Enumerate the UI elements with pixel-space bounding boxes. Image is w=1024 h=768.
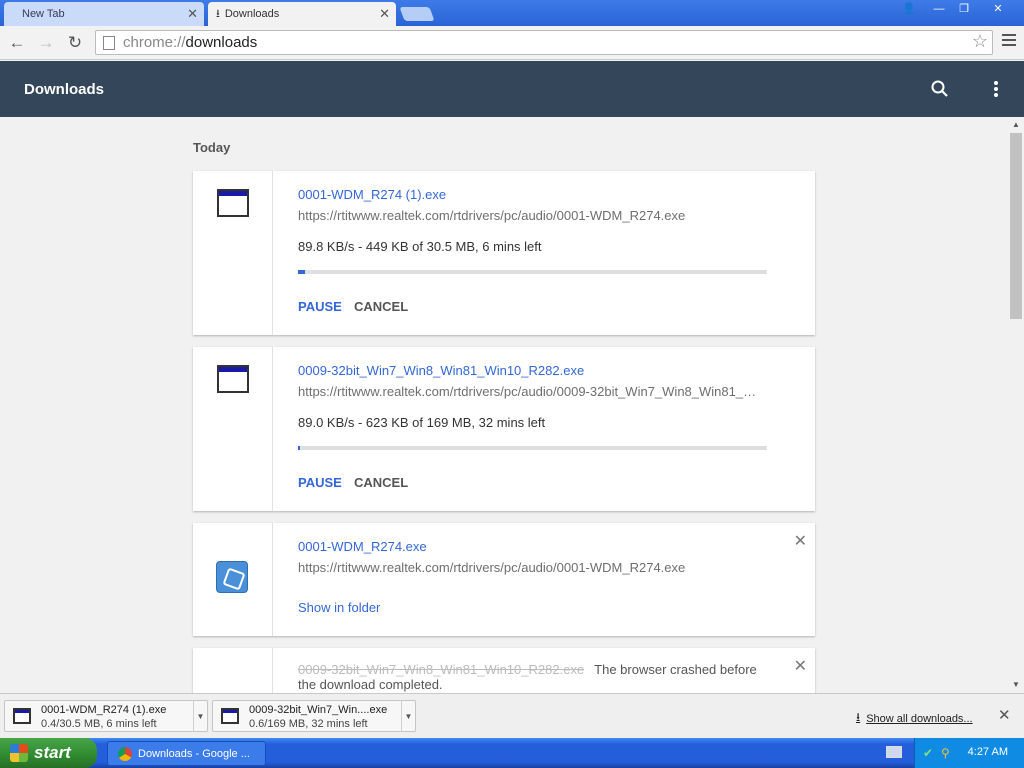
download-item: 0009-32bit_Win7_Win8_Win81_Win10_R282.ex… [193, 648, 815, 693]
download-filename: 0009-32bit_Win7_Win8_Win81_Win10_R282.ex… [298, 662, 585, 677]
restore-button[interactable]: ❐ [953, 1, 975, 16]
address-bar[interactable]: chrome://downloads ☆ [95, 30, 993, 55]
download-icon: ⭳ [216, 7, 220, 20]
installer-icon [216, 561, 248, 593]
download-filename[interactable]: 0001-WDM_R274.exe [298, 539, 427, 554]
shelf-item-status: 0.6/169 MB, 32 mins left [249, 718, 368, 730]
windows-taskbar: start Downloads - Google ... ✔ ⚲ 4:27 AM [0, 738, 1024, 768]
shelf-item[interactable]: 0001-WDM_R274 (1).exe 0.4/30.5 MB, 6 min… [4, 700, 208, 732]
user-icon[interactable]: 👤 [898, 1, 920, 16]
start-button[interactable]: start [0, 738, 97, 768]
download-shelf: 0001-WDM_R274 (1).exe 0.4/30.5 MB, 6 min… [0, 693, 1024, 738]
browser-toolbar: ← → ↻ chrome://downloads ☆ [0, 26, 1024, 60]
download-item: 0001-WDM_R274.exe https://rtitwww.realte… [193, 523, 815, 636]
exe-file-icon [13, 708, 31, 724]
download-filename[interactable]: 0009-32bit_Win7_Win8_Win81_Win10_R282.ex… [298, 363, 584, 378]
chevron-down-icon[interactable]: ▼ [401, 701, 415, 731]
close-shelf-icon[interactable]: ✕ [998, 706, 1011, 724]
search-tray-icon[interactable]: ⚲ [941, 746, 955, 760]
remove-icon[interactable]: ✕ [794, 531, 807, 551]
download-filename[interactable]: 0001-WDM_R274 (1).exe [298, 187, 446, 202]
downloads-list: Today 0001-WDM_R274 (1).exe https://rtit… [0, 117, 1008, 693]
bookmark-star-icon[interactable]: ☆ [972, 31, 988, 52]
shelf-item[interactable]: 0009-32bit_Win7_Win....exe 0.6/169 MB, 3… [212, 700, 416, 732]
close-window-button[interactable]: ✕ [987, 1, 1009, 16]
search-icon[interactable] [930, 79, 950, 99]
download-status: 89.8 KB/s - 449 KB of 30.5 MB, 6 mins le… [298, 239, 542, 254]
scroll-up-icon[interactable]: ▲ [1012, 120, 1020, 129]
cancel-button[interactable]: CANCEL [354, 475, 408, 490]
chrome-icon [118, 746, 132, 761]
chrome-menu-icon[interactable] [1002, 34, 1016, 49]
page-title: Downloads [24, 81, 105, 98]
shelf-item-status: 0.4/30.5 MB, 6 mins left [41, 718, 157, 730]
show-all-downloads-link[interactable]: ⭳ Show all downloads... [856, 708, 973, 729]
scrollbar[interactable]: ▲ ▼ [1008, 117, 1024, 693]
chevron-down-icon[interactable]: ▼ [193, 701, 207, 731]
scrollbar-thumb[interactable] [1010, 133, 1022, 319]
close-icon[interactable]: ✕ [187, 6, 198, 22]
download-item: 0001-WDM_R274 (1).exe https://rtitwww.re… [193, 171, 815, 335]
clock: 4:27 AM [967, 746, 1008, 758]
progress-fill [298, 446, 300, 450]
close-icon[interactable]: ✕ [379, 6, 390, 22]
tab-label: Downloads [224, 8, 280, 20]
new-tab-button[interactable] [399, 7, 435, 21]
windows-logo-icon [10, 744, 28, 762]
progress-bar [298, 270, 767, 274]
shelf-item-name: 0009-32bit_Win7_Win....exe [249, 704, 388, 716]
download-icon: ⭳ [856, 710, 861, 724]
scroll-down-icon[interactable]: ▼ [1012, 680, 1020, 689]
task-label: Downloads - Google ... [138, 747, 250, 760]
tab-label: New Tab [22, 8, 65, 20]
system-tray: ✔ ⚲ 4:27 AM [914, 738, 1024, 768]
download-url[interactable]: https://rtitwww.realtek.com/rtdrivers/pc… [298, 560, 768, 575]
exe-file-icon [217, 189, 249, 217]
minimize-button[interactable]: — [928, 1, 950, 16]
remove-icon[interactable]: ✕ [794, 656, 807, 676]
back-button[interactable]: ← [6, 32, 28, 54]
exe-file-icon [221, 708, 239, 724]
show-in-folder-link[interactable]: Show in folder [298, 600, 380, 615]
keyboard-icon[interactable] [886, 746, 902, 758]
more-options-icon[interactable] [994, 81, 1000, 99]
address-url: chrome://downloads [123, 34, 258, 51]
pause-button[interactable]: PAUSE [298, 475, 342, 490]
download-url[interactable]: https://rtitwww.realtek.com/rtdrivers/pc… [298, 208, 768, 223]
download-item: 0009-32bit_Win7_Win8_Win81_Win10_R282.ex… [193, 347, 815, 511]
exe-file-icon [217, 365, 249, 393]
start-label: start [34, 743, 71, 762]
downloads-header: Downloads [0, 61, 1024, 117]
taskbar-chrome-window[interactable]: Downloads - Google ... [107, 741, 266, 766]
title-bar: New Tab ✕ ⭳ Downloads ✕ 👤 — ❐ ✕ [0, 0, 1024, 26]
cancel-button[interactable]: CANCEL [354, 299, 408, 314]
show-all-label: Show all downloads... [866, 712, 973, 725]
download-url[interactable]: https://rtitwww.realtek.com/rtdrivers/pc… [298, 384, 768, 399]
progress-fill [298, 270, 306, 274]
reload-button[interactable]: ↻ [64, 32, 86, 54]
download-status: 89.0 KB/s - 623 KB of 169 MB, 32 mins le… [298, 415, 546, 430]
progress-bar [298, 446, 767, 450]
network-icon[interactable]: ✔ [923, 746, 937, 760]
page-icon [103, 35, 115, 50]
crash-message: 0009-32bit_Win7_Win8_Win81_Win10_R282.ex… [298, 662, 768, 692]
date-section-label: Today [193, 140, 231, 155]
tab-downloads[interactable]: ⭳ Downloads ✕ [208, 2, 396, 26]
pause-button[interactable]: PAUSE [298, 299, 342, 314]
shelf-item-name: 0001-WDM_R274 (1).exe [41, 704, 167, 716]
tab-new-tab[interactable]: New Tab ✕ [4, 2, 204, 26]
forward-button[interactable]: → [35, 32, 57, 54]
